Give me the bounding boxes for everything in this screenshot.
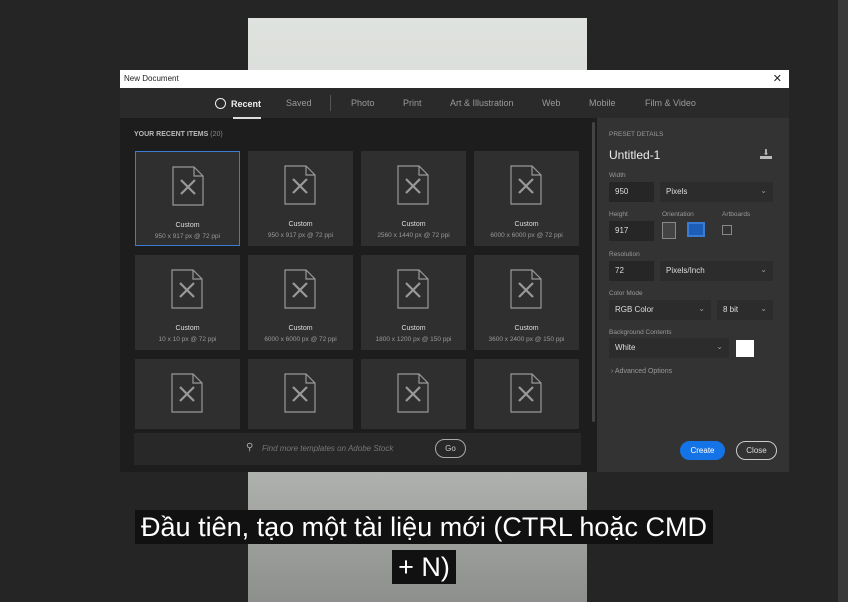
- item-name: Custom: [401, 221, 426, 228]
- chevron-down-icon: ⌄: [760, 265, 767, 274]
- background-contents-label: Background Contents: [609, 329, 672, 336]
- preset-details-panel: PRESET DETAILS Untitled-1 ⬇ Width 950 Pi…: [597, 118, 789, 472]
- artboards-checkbox[interactable]: [722, 225, 732, 235]
- search-icon: ⚲: [246, 442, 254, 453]
- item-name: Custom: [514, 221, 539, 228]
- width-unit-select[interactable]: Pixels ⌄: [660, 182, 773, 202]
- subtitle-text: Đầu tiên, tạo một tài liệu mới (CTRL hoặ…: [135, 510, 713, 544]
- preset-heading: PRESET DETAILS: [609, 131, 664, 138]
- item-dimensions: 950 x 917 px @ 72 ppi: [154, 233, 221, 240]
- recent-item-tile[interactable]: Custom 1800 x 1200 px @ 150 ppi: [361, 255, 466, 350]
- tab-label: Recent: [231, 99, 262, 109]
- tab-print[interactable]: Print: [403, 98, 422, 108]
- item-name: Custom: [401, 325, 426, 332]
- chevron-down-icon: ⌄: [698, 304, 705, 313]
- item-dimensions: 1800 x 1200 px @ 150 ppi: [375, 336, 452, 343]
- dialog-title: New Document: [124, 74, 179, 83]
- go-button[interactable]: Go: [435, 439, 466, 458]
- item-name: Custom: [514, 325, 539, 332]
- background-value: White: [615, 343, 636, 352]
- bit-depth-select[interactable]: 8 bit ⌄: [717, 300, 773, 320]
- color-mode-label: Color Mode: [609, 290, 643, 297]
- artboards-label: Artboards: [722, 211, 751, 218]
- tab-mobile[interactable]: Mobile: [589, 98, 616, 108]
- search-input[interactable]: Find more templates on Adobe Stock: [262, 444, 393, 453]
- recent-count: (20): [210, 131, 223, 138]
- height-label: Height: [609, 211, 628, 218]
- advanced-options-toggle[interactable]: › Advanced Options: [611, 368, 672, 375]
- height-input[interactable]: 917: [609, 221, 654, 241]
- subtitle-line-1: Đầu tiên, tạo một tài liệu mới (CTRL hoặ…: [0, 510, 848, 544]
- subtitle-text: + N): [392, 550, 456, 584]
- item-dimensions: 6000 x 6000 px @ 72 ppi: [264, 336, 337, 343]
- color-mode-select[interactable]: RGB Color ⌄: [609, 300, 711, 320]
- scrollbar[interactable]: [592, 122, 595, 422]
- background-contents-select[interactable]: White ⌄: [609, 338, 729, 358]
- resolution-label: Resolution: [609, 251, 640, 258]
- recent-items-panel: YOUR RECENT ITEMS (20) Custom 950 x 917 p…: [120, 118, 595, 472]
- recent-item-tile[interactable]: Custom 6000 x 6000 px @ 72 ppi: [474, 151, 579, 246]
- close-icon[interactable]: ✕: [773, 72, 782, 85]
- item-name: Custom: [288, 221, 313, 228]
- chevron-down-icon: ⌄: [716, 342, 723, 351]
- recent-item-tile[interactable]: [135, 359, 240, 429]
- advanced-options-label: Advanced Options: [614, 368, 673, 375]
- chevron-down-icon: ⌄: [760, 304, 767, 313]
- document-name-input[interactable]: Untitled-1: [609, 148, 660, 162]
- recent-item-tile[interactable]: Custom 10 x 10 px @ 72 ppi: [135, 255, 240, 350]
- recent-item-tile[interactable]: Custom 6000 x 6000 px @ 72 ppi: [248, 255, 353, 350]
- item-dimensions: 2560 x 1440 px @ 72 ppi: [377, 232, 450, 239]
- recent-item-tile[interactable]: [474, 359, 579, 429]
- tab-film-video[interactable]: Film & Video: [645, 98, 696, 108]
- recent-item-tile[interactable]: Custom 950 x 917 px @ 72 ppi: [248, 151, 353, 246]
- resolution-unit-value: Pixels/Inch: [666, 266, 705, 275]
- dialog-titlebar: New Document ✕: [120, 70, 789, 88]
- new-document-dialog: New Document ✕ Recent Saved Photo Print …: [120, 70, 789, 472]
- subtitle-line-2: + N): [0, 550, 848, 584]
- bit-depth-value: 8 bit: [723, 305, 739, 314]
- orientation-label: Orientation: [662, 211, 694, 218]
- create-button[interactable]: Create: [680, 441, 725, 460]
- item-name: Custom: [288, 325, 313, 332]
- background-color-swatch[interactable]: [736, 340, 754, 357]
- width-input[interactable]: 950: [609, 182, 654, 202]
- color-mode-value: RGB Color: [615, 305, 654, 314]
- width-unit-value: Pixels: [666, 187, 688, 196]
- recent-items-heading: YOUR RECENT ITEMS (20): [134, 131, 223, 138]
- resolution-input[interactable]: 72: [609, 261, 654, 281]
- item-dimensions: 3600 x 2400 px @ 150 ppi: [488, 336, 565, 343]
- heading-text: YOUR RECENT ITEMS: [134, 131, 209, 138]
- category-tabs: Recent Saved Photo Print Art & Illustrat…: [120, 88, 789, 119]
- tab-photo[interactable]: Photo: [351, 98, 375, 108]
- recent-item-tile[interactable]: [361, 359, 466, 429]
- chevron-down-icon: ⌄: [760, 186, 767, 195]
- tab-art-illustration[interactable]: Art & Illustration: [450, 98, 514, 108]
- item-name: Custom: [175, 222, 200, 229]
- landscape-orientation-icon[interactable]: [687, 222, 705, 237]
- item-name: Custom: [175, 325, 200, 332]
- item-dimensions: 950 x 917 px @ 72 ppi: [267, 232, 334, 239]
- tab-saved[interactable]: Saved: [286, 98, 312, 108]
- save-preset-icon[interactable]: ⬇: [760, 149, 772, 159]
- item-dimensions: 10 x 10 px @ 72 ppi: [158, 336, 217, 343]
- resolution-unit-select[interactable]: Pixels/Inch ⌄: [660, 261, 773, 281]
- recent-item-tile[interactable]: Custom 2560 x 1440 px @ 72 ppi: [361, 151, 466, 246]
- recent-item-tile[interactable]: Custom 3600 x 2400 px @ 150 ppi: [474, 255, 579, 350]
- recent-item-tile[interactable]: Custom 950 x 917 px @ 72 ppi: [135, 151, 240, 246]
- tab-divider: [330, 95, 331, 111]
- item-dimensions: 6000 x 6000 px @ 72 ppi: [490, 232, 563, 239]
- tab-recent[interactable]: Recent: [215, 98, 262, 119]
- portrait-orientation-icon[interactable]: [662, 222, 676, 239]
- adobe-stock-search: ⚲ Find more templates on Adobe Stock Go: [134, 433, 581, 465]
- clock-icon: [215, 98, 226, 109]
- recent-item-tile[interactable]: [248, 359, 353, 429]
- width-label: Width: [609, 172, 626, 179]
- close-button[interactable]: Close: [736, 441, 777, 460]
- tab-web[interactable]: Web: [542, 98, 560, 108]
